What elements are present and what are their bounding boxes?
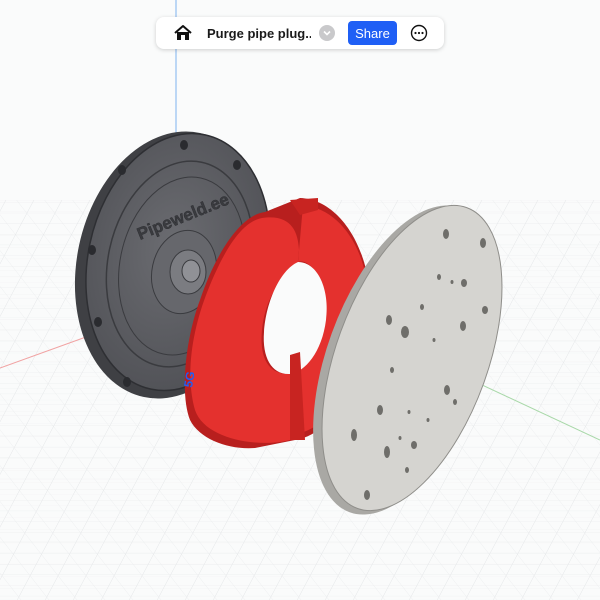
- document-toolbar: Purge pipe plug... Share: [156, 17, 444, 49]
- more-options-button[interactable]: [410, 24, 428, 42]
- share-button[interactable]: Share: [348, 21, 397, 45]
- home-icon: [174, 25, 192, 40]
- document-menu-button[interactable]: [319, 25, 335, 41]
- ring-size-marking: 5G: [181, 370, 198, 388]
- 3d-viewport[interactable]: Pipeweld.ee 5G: [0, 0, 600, 600]
- document-title[interactable]: Purge pipe plug...: [207, 26, 311, 41]
- home-button[interactable]: [172, 22, 194, 44]
- chevron-down-icon: [323, 30, 331, 36]
- more-options-icon: [410, 24, 428, 42]
